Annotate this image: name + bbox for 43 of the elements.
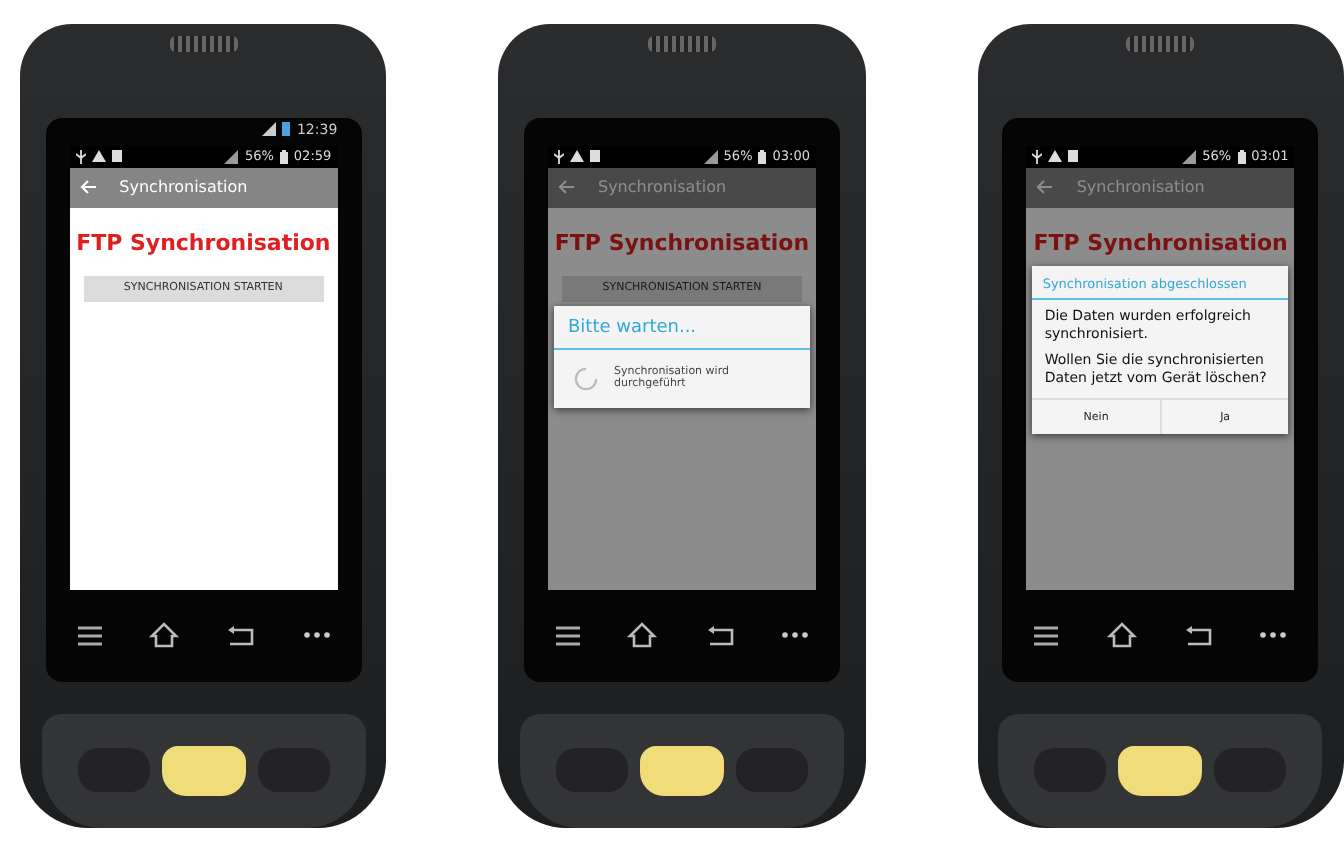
menu-icon[interactable]	[77, 625, 102, 646]
back-icon[interactable]	[705, 625, 736, 646]
image-icon	[1068, 150, 1079, 163]
back-icon[interactable]	[226, 625, 257, 646]
spinner-icon	[573, 365, 599, 392]
app-bar-title: Synchronisation	[1076, 178, 1205, 197]
speaker-grille	[647, 36, 716, 52]
image-icon	[589, 150, 600, 163]
battery-icon	[1237, 149, 1246, 164]
more-icon[interactable]	[1260, 632, 1287, 639]
back-icon[interactable]	[1183, 625, 1214, 646]
page-heading: FTP Synchronisation	[74, 229, 333, 256]
battery-icon	[279, 149, 288, 164]
app-bar-title: Synchronisation	[119, 178, 248, 197]
scan-key[interactable]	[639, 745, 724, 796]
battery-icon	[282, 122, 291, 137]
signal-icon	[262, 122, 277, 137]
more-icon[interactable]	[303, 632, 330, 639]
image-icon	[111, 150, 122, 163]
page-heading: FTP Synchronisation	[1031, 229, 1290, 256]
usb-icon	[553, 149, 564, 164]
warning-icon	[91, 150, 106, 163]
home-icon[interactable]	[626, 622, 659, 649]
menu-icon[interactable]	[555, 625, 580, 646]
back-arrow-icon[interactable]	[79, 180, 96, 195]
back-arrow-icon[interactable]	[1036, 180, 1053, 195]
scan-key[interactable]	[1118, 745, 1203, 796]
warning-icon	[569, 150, 584, 163]
page-heading: FTP Synchronisation	[552, 229, 812, 256]
dialog-title: Bitte warten...	[553, 305, 810, 350]
home-icon[interactable]	[147, 622, 180, 649]
usb-icon	[1032, 149, 1043, 164]
battery-icon	[758, 149, 767, 164]
usb-icon	[75, 149, 86, 164]
home-icon[interactable]	[1105, 622, 1138, 649]
app-bar-title: Synchronisation	[597, 178, 727, 197]
more-icon[interactable]	[781, 632, 808, 639]
speaker-grille	[169, 36, 238, 52]
speaker-grille	[1126, 36, 1195, 52]
menu-icon[interactable]	[1034, 625, 1059, 646]
back-arrow-icon[interactable]	[557, 180, 574, 195]
warning-icon	[1048, 150, 1063, 163]
scan-key[interactable]	[161, 745, 246, 796]
